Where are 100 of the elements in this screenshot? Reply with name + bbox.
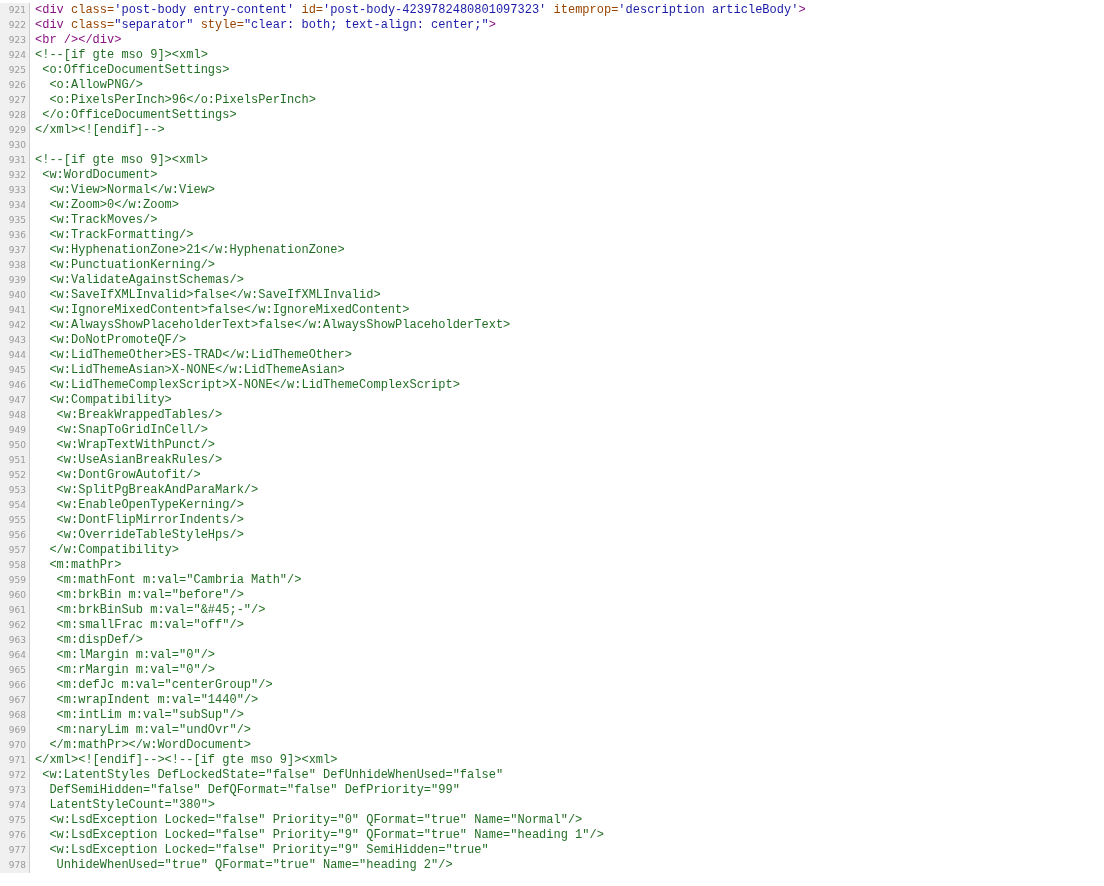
code-line: <m:defJc m:val="centerGroup"/>: [55, 678, 273, 693]
code-line: <o:OfficeDocumentSettings>: [41, 63, 230, 78]
code-line: <m:mathPr>: [48, 558, 122, 573]
code-line: <w:LidThemeAsian>X-NONE</w:LidThemeAsian>: [48, 363, 345, 378]
line-number: 947: [8, 394, 26, 407]
line-number: 973: [8, 784, 26, 797]
code-line: <w:UseAsianBreakRules/>: [55, 453, 223, 468]
line-number: 959: [8, 574, 26, 587]
code-line: <m:lMargin m:val="0"/>: [55, 648, 216, 663]
code-line: <w:BreakWrappedTables/>: [55, 408, 223, 423]
line-number: 975: [8, 814, 26, 827]
line-number: 962: [8, 619, 26, 632]
line-number: 951: [8, 454, 26, 467]
code-line: <w:OverrideTableStyleHps/>: [55, 528, 244, 543]
code-line: <m:rMargin m:val="0"/>: [55, 663, 216, 678]
code-line: <w:TrackMoves/>: [48, 213, 158, 228]
line-number: 935: [8, 214, 26, 227]
code-line: <w:DontFlipMirrorIndents/>: [55, 513, 244, 528]
code-line: <m:brkBin m:val="before"/>: [55, 588, 244, 603]
code-line: <w:SnapToGridInCell/>: [55, 423, 208, 438]
line-number: 960: [8, 589, 26, 602]
code-line: <w:SaveIfXMLInvalid>false</w:SaveIfXMLInvalid>: [48, 288, 381, 303]
code-line: <w:LsdException Locked="false" Priority="9" SemiHidden="true": [48, 843, 489, 858]
line-number: 958: [8, 559, 26, 572]
line-number: 923: [8, 34, 26, 47]
code-line: <w:AlwaysShowPlaceholderText>false</w:AlwaysShowPlaceholderText>: [48, 318, 511, 333]
code-line: <w:PunctuationKerning/>: [48, 258, 216, 273]
code-line: <w:EnableOpenTypeKerning/>: [55, 498, 244, 513]
line-number: 929: [8, 124, 26, 137]
code-line: <w:DoNotPromoteQF/>: [48, 333, 187, 348]
line-number: 936: [8, 229, 26, 242]
line-number: 931: [8, 154, 26, 167]
line-number: 970: [8, 739, 26, 752]
code-line: DefSemiHidden="false" DefQFormat="false" DefPriority="99": [48, 783, 460, 798]
line-number: 945: [8, 364, 26, 377]
line-number: 977: [8, 844, 26, 857]
line-number: 928: [8, 109, 26, 122]
code-line: <w:ValidateAgainstSchemas/>: [48, 273, 244, 288]
code-line: <m:brkBinSub m:val="&#45;-"/>: [55, 603, 266, 618]
line-number: 949: [8, 424, 26, 437]
code-line: <w:IgnoreMixedContent>false</w:IgnoreMixedContent>: [48, 303, 410, 318]
code-line: <w:LatentStyles DefLockedState="false" DefUnhideWhenUsed="false": [41, 768, 504, 783]
code-line: LatentStyleCount="380">: [48, 798, 216, 813]
line-number: 954: [8, 499, 26, 512]
line-number: 922: [8, 19, 26, 32]
code-line: <m:dispDef/>: [55, 633, 144, 648]
code-line: <m:intLim m:val="subSup"/>: [55, 708, 244, 723]
line-number: 927: [8, 94, 26, 107]
line-number: 963: [8, 634, 26, 647]
line-number: 946: [8, 379, 26, 392]
line-number: 974: [8, 799, 26, 812]
line-number: 948: [8, 409, 26, 422]
code-line: <w:LsdException Locked="false" Priority="0" QFormat="true" Name="Normal"/>: [48, 813, 583, 828]
code-line: <w:SplitPgBreakAndParaMark/>: [55, 483, 259, 498]
code-line: <!--[if gte mso 9]><xml>: [35, 48, 208, 63]
line-number: 952: [8, 469, 26, 482]
code-line: <m:naryLim m:val="undOvr"/>: [55, 723, 252, 738]
code-line: UnhideWhenUsed="true" QFormat="true" Name="heading 2"/>: [55, 858, 453, 873]
code-line: </o:OfficeDocumentSettings>: [41, 108, 237, 123]
line-number: 938: [8, 259, 26, 272]
code-line: <w:DontGrowAutofit/>: [55, 468, 201, 483]
line-number: 969: [8, 724, 26, 737]
code-line: <w:Compatibility>: [48, 393, 172, 408]
code-line: <w:TrackFormatting/>: [48, 228, 194, 243]
line-number: 955: [8, 514, 26, 527]
line-number: 964: [8, 649, 26, 662]
line-number: 930: [8, 139, 26, 152]
line-number: 939: [8, 274, 26, 287]
code-line: </w:Compatibility>: [48, 543, 180, 558]
code-line: </xml><![endif]--><!--[if gte mso 9]><xml>: [35, 753, 338, 768]
code-line: <w:WrapTextWithPunct/>: [55, 438, 216, 453]
line-number: 921: [8, 4, 26, 17]
code-line: <w:HyphenationZone>21</w:HyphenationZone>: [48, 243, 345, 258]
line-number: 924: [8, 49, 26, 62]
line-number: 940: [8, 289, 26, 302]
code-line: <w:View>Normal</w:View>: [48, 183, 216, 198]
code-line: <w:LidThemeOther>ES-TRAD</w:LidThemeOther>: [48, 348, 352, 363]
line-number: 941: [8, 304, 26, 317]
line-number: 972: [8, 769, 26, 782]
line-number: 926: [8, 79, 26, 92]
line-number: 956: [8, 529, 26, 542]
code-line: <w:LidThemeComplexScript>X-NONE</w:LidThemeComplexScript>: [48, 378, 460, 393]
line-number: 971: [8, 754, 26, 767]
line-number: 961: [8, 604, 26, 617]
line-number: 933: [8, 184, 26, 197]
line-number: 968: [8, 709, 26, 722]
line-number: 934: [8, 199, 26, 212]
line-number: 944: [8, 349, 26, 362]
line-number: 953: [8, 484, 26, 497]
code-line: <m:wrapIndent m:val="1440"/>: [55, 693, 259, 708]
code-line: <w:Zoom>0</w:Zoom>: [48, 198, 180, 213]
line-number: 943: [8, 334, 26, 347]
line-number: 942: [8, 319, 26, 332]
code-line: </m:mathPr></w:WordDocument>: [48, 738, 252, 753]
line-number: 950: [8, 439, 26, 452]
line-number: 957: [8, 544, 26, 557]
line-number: 967: [8, 694, 26, 707]
line-number: 932: [8, 169, 26, 182]
line-number: 966: [8, 679, 26, 692]
line-number: 976: [8, 829, 26, 842]
